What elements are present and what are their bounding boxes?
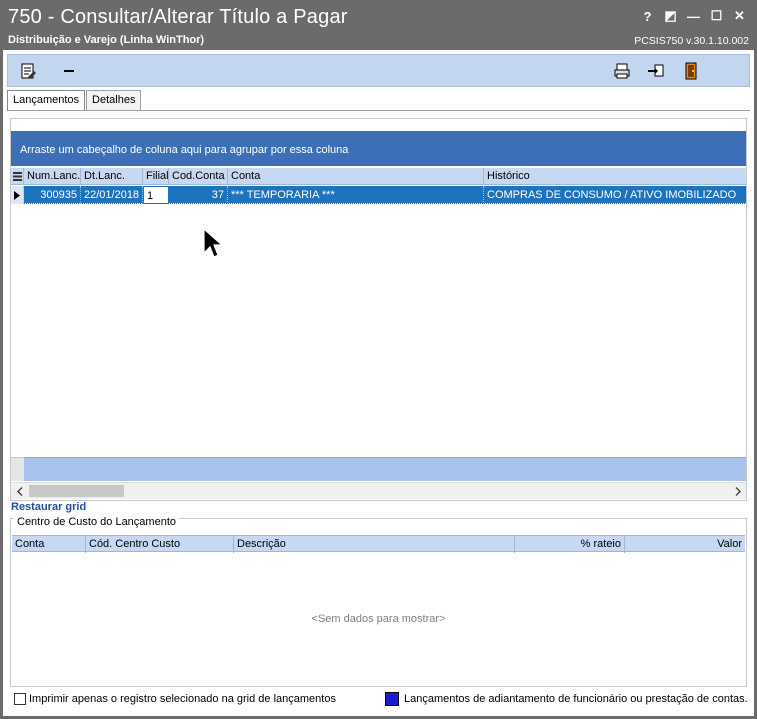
chevron-right-icon <box>735 486 741 496</box>
print-selected-only-checkbox[interactable] <box>14 693 26 705</box>
restore-small-button[interactable]: ◩ <box>659 6 682 26</box>
help-button[interactable]: ? <box>636 6 659 26</box>
cell-filial-editor[interactable]: 1 <box>143 186 169 204</box>
edit-document-icon <box>21 63 36 79</box>
column-header-historico[interactable]: Histórico <box>484 168 746 185</box>
cell-conta[interactable]: *** TEMPORARIA *** <box>228 186 484 204</box>
toolbar <box>7 54 750 87</box>
column-header-conta[interactable]: Conta <box>228 168 484 185</box>
exit-door-icon <box>685 62 697 80</box>
cc-column-valor[interactable]: Valor <box>625 536 745 553</box>
cell-dt-lanc[interactable]: 22/01/2018 <box>81 186 143 204</box>
advance-legend-swatch <box>385 692 399 706</box>
restore-grid-link[interactable]: Restaurar grid <box>11 501 86 513</box>
version-label: PCSIS750 v.30.1.10.002 <box>634 35 749 47</box>
select-button[interactable] <box>645 60 667 82</box>
print-selected-only-label[interactable]: Imprimir apenas o registro selecionado n… <box>29 693 336 705</box>
grid-header: Num.Lanc. Dt.Lanc. Filial Cod.Conta Cont… <box>11 168 746 185</box>
row-indicator <box>11 186 24 204</box>
grid-body[interactable] <box>11 204 746 457</box>
cc-column-cod-centro-custo[interactable]: Cód. Centro Custo <box>86 536 234 553</box>
cost-center-legend: Centro de Custo do Lançamento <box>14 516 179 528</box>
row-pointer-icon <box>14 190 20 200</box>
cell-cod-conta[interactable]: 37 <box>169 186 228 204</box>
column-chooser-icon <box>12 172 22 181</box>
tab-lancamentos[interactable]: Lançamentos <box>7 90 86 111</box>
print-button[interactable] <box>611 60 633 82</box>
cell-historico[interactable]: COMPRAS DE CONSUMO / ATIVO IMOBILIZADO <box>484 186 746 204</box>
bottom-options: Imprimir apenas o registro selecionado n… <box>12 692 748 708</box>
chevron-left-icon <box>16 486 22 496</box>
cc-column-rateio[interactable]: % rateio <box>515 536 625 553</box>
horizontal-scrollbar[interactable] <box>11 482 746 499</box>
tab-divider <box>7 110 750 111</box>
cc-column-conta[interactable]: Conta <box>12 536 86 553</box>
tab-strip: Lançamentos Detalhes <box>7 90 142 111</box>
scroll-left-button[interactable] <box>11 483 28 499</box>
group-by-area[interactable]: Arraste um cabeçalho de coluna aqui para… <box>11 131 746 166</box>
minus-icon <box>64 70 74 72</box>
close-button[interactable]: ✕ <box>728 6 751 26</box>
table-row[interactable]: 300935 22/01/2018 1 37 *** TEMPORARIA **… <box>11 186 746 204</box>
cell-num-lanc[interactable]: 300935 <box>24 186 81 204</box>
cc-column-descricao[interactable]: Descrição <box>234 536 515 553</box>
column-chooser-button[interactable] <box>11 168 24 185</box>
print-icon <box>614 63 630 79</box>
advance-legend-label: Lançamentos de adiantamento de funcionár… <box>404 693 748 705</box>
window-controls: ? ◩ — ☐ ✕ <box>636 6 751 26</box>
window-subtitle: Distribuição e Varejo (Linha WinThor) <box>8 34 205 46</box>
remove-button[interactable] <box>58 60 80 82</box>
column-header-filial[interactable]: Filial <box>143 168 169 185</box>
grid-footer-indicator <box>11 457 24 481</box>
column-header-num-lanc[interactable]: Num.Lanc. <box>24 168 81 185</box>
pointer-hand-icon <box>648 64 664 77</box>
grid-footer <box>24 457 746 481</box>
scroll-right-button[interactable] <box>729 483 746 499</box>
scroll-thumb[interactable] <box>29 485 124 497</box>
maximize-button[interactable]: ☐ <box>705 6 728 26</box>
column-header-cod-conta[interactable]: Cod.Conta <box>169 168 228 185</box>
minimize-button[interactable]: — <box>682 6 705 26</box>
window-title: 750 - Consultar/Alterar Título a Pagar <box>8 6 348 28</box>
cost-center-empty-message: <Sem dados para mostrar> <box>311 613 446 625</box>
exit-button[interactable] <box>680 60 702 82</box>
edit-document-button[interactable] <box>17 60 39 82</box>
column-header-dt-lanc[interactable]: Dt.Lanc. <box>81 168 143 185</box>
tab-detalhes[interactable]: Detalhes <box>86 90 142 110</box>
cost-center-header: Conta Cód. Centro Custo Descrição % rate… <box>12 535 745 553</box>
mouse-cursor-icon <box>203 228 223 258</box>
title-bar: 750 - Consultar/Alterar Título a Pagar D… <box>0 0 757 50</box>
